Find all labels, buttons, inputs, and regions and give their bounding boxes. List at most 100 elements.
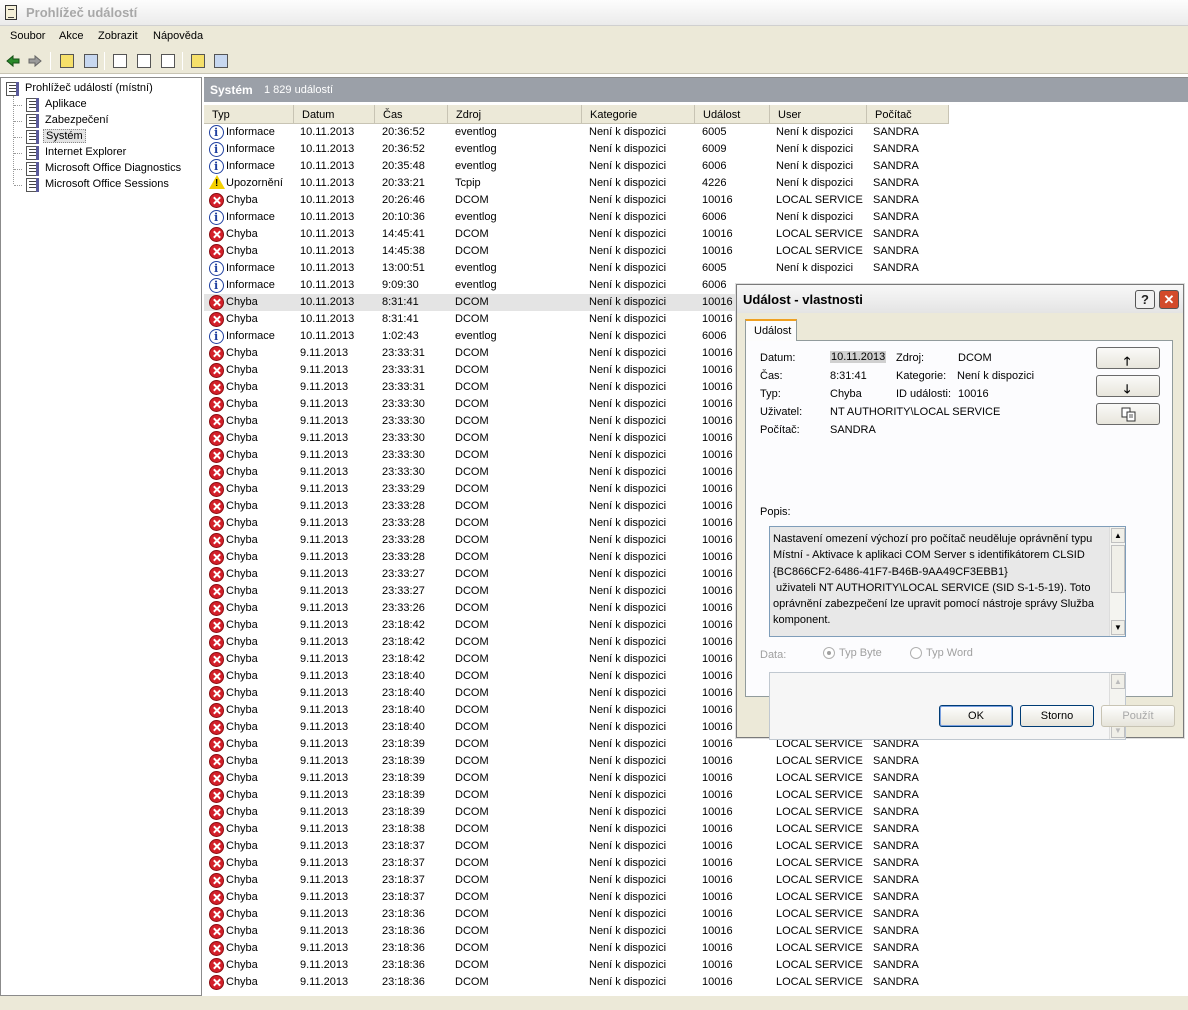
table-row[interactable]: Chyba 9.11.2013 23:18:36 DCOM Není k dispozi…	[204, 906, 949, 923]
scroll-thumb[interactable]	[1111, 545, 1125, 593]
cell-date: 9.11.2013	[300, 942, 349, 954]
scroll-up-icon[interactable]: ▲	[1111, 674, 1125, 689]
value-uzivatel[interactable]: NT AUTHORITY\LOCAL SERVICE	[830, 406, 1000, 418]
menu-zobrazit[interactable]: Zobrazit	[98, 30, 138, 42]
cell-source: eventlog	[455, 211, 497, 223]
menu-akce[interactable]: Akce	[59, 30, 83, 42]
up-folder-icon[interactable]	[58, 52, 76, 70]
cell-type: Chyba	[226, 857, 258, 869]
help-icon[interactable]	[189, 52, 207, 70]
cell-time: 20:10:36	[382, 211, 425, 223]
table-row[interactable]: Informace 10.11.2013 20:36:52 eventlog Není …	[204, 124, 949, 141]
cell-event-id: 6005	[702, 262, 727, 274]
table-row[interactable]: Chyba 9.11.2013 23:18:39 DCOM Není k dispozi…	[204, 787, 949, 804]
table-row[interactable]: Upozornění 10.11.2013 20:33:21 Tcpip Není k …	[204, 175, 949, 192]
table-row[interactable]: Informace 10.11.2013 20:10:36 eventlog Není …	[204, 209, 949, 226]
show-hide-tree-icon[interactable]	[82, 52, 100, 70]
console-icon[interactable]	[212, 52, 230, 70]
radio-typ-byte[interactable]	[823, 647, 835, 659]
table-row[interactable]: Chyba 9.11.2013 23:18:37 DCOM Není k dispozi…	[204, 872, 949, 889]
refresh-icon[interactable]	[135, 52, 153, 70]
description-scrollbar[interactable]: ▲ ▼	[1109, 527, 1125, 636]
cell-computer: SANDRA	[873, 772, 919, 784]
cell-time: 14:45:41	[382, 228, 425, 240]
table-row[interactable]: Chyba 10.11.2013 14:45:41 DCOM Není k dispoz…	[204, 226, 949, 243]
col-udalost[interactable]: Událost	[697, 105, 770, 124]
table-row[interactable]: Chyba 10.11.2013 20:26:46 DCOM Není k dispoz…	[204, 192, 949, 209]
cell-user: LOCAL SERVICE	[776, 194, 863, 206]
tab-udalost[interactable]: Událost	[745, 319, 797, 341]
table-row[interactable]: Chyba 9.11.2013 23:18:37 DCOM Není k dispozi…	[204, 855, 949, 872]
cell-date: 9.11.2013	[300, 874, 349, 886]
scroll-down-icon[interactable]: ▼	[1111, 620, 1125, 635]
cell-type: Chyba	[226, 381, 258, 393]
cell-source: DCOM	[455, 228, 489, 240]
cell-time: 23:33:28	[382, 534, 425, 546]
previous-event-button[interactable]: 🡑	[1096, 347, 1160, 369]
radio-typ-word[interactable]	[910, 647, 922, 659]
value-typ[interactable]: Chyba	[830, 388, 862, 400]
cell-event-id: 10016	[702, 908, 733, 920]
table-row[interactable]: Chyba 9.11.2013 23:18:36 DCOM Není k dispozi…	[204, 957, 949, 974]
table-row[interactable]: Chyba 9.11.2013 23:18:39 DCOM Není k dispozi…	[204, 753, 949, 770]
cell-category: Není k dispozici	[589, 466, 667, 478]
scroll-up-icon[interactable]: ▲	[1111, 528, 1125, 543]
apply-button[interactable]: Použít	[1101, 705, 1175, 727]
table-row[interactable]: Informace 10.11.2013 13:00:51 eventlog Není …	[204, 260, 949, 277]
copy-button[interactable]	[1096, 403, 1160, 425]
table-row[interactable]: Informace 10.11.2013 20:35:48 eventlog Není …	[204, 158, 949, 175]
help-button[interactable]: ?	[1135, 290, 1155, 309]
properties-icon[interactable]	[111, 52, 129, 70]
table-row[interactable]: Chyba 9.11.2013 23:18:37 DCOM Není k dispozi…	[204, 838, 949, 855]
value-cas[interactable]: 8:31:41	[830, 370, 867, 382]
ok-button[interactable]: OK	[939, 705, 1013, 727]
value-zdroj[interactable]: DCOM	[958, 352, 992, 364]
cell-category: Není k dispozici	[589, 942, 667, 954]
value-kategorie[interactable]: Není k dispozici	[957, 370, 1034, 382]
menu-soubor[interactable]: Soubor	[10, 30, 45, 42]
next-event-button[interactable]: 🡓	[1096, 375, 1160, 397]
cell-computer: SANDRA	[873, 228, 919, 240]
col-typ[interactable]: Typ	[206, 105, 294, 124]
value-id[interactable]: 10016	[958, 388, 989, 400]
description-line: uživateli NT AUTHORITY\LOCAL SERVICE (SI…	[773, 581, 1091, 594]
cell-time: 23:18:36	[382, 942, 425, 954]
table-row[interactable]: Chyba 9.11.2013 23:18:36 DCOM Není k dispozi…	[204, 940, 949, 957]
table-row[interactable]: Chyba 9.11.2013 23:18:37 DCOM Není k dispozi…	[204, 889, 949, 906]
cell-event-id: 4226	[702, 177, 727, 189]
error-icon	[209, 941, 224, 956]
cell-user: LOCAL SERVICE	[776, 755, 863, 767]
cell-event-id: 10016	[702, 381, 733, 393]
cell-date: 9.11.2013	[300, 602, 349, 614]
back-icon[interactable]	[4, 52, 22, 70]
cell-time: 23:33:28	[382, 517, 425, 529]
value-datum[interactable]: 10.11.2013	[830, 351, 887, 363]
export-list-icon[interactable]	[159, 52, 177, 70]
col-user[interactable]: User	[772, 105, 867, 124]
col-datum[interactable]: Datum	[296, 105, 375, 124]
cancel-button[interactable]: Storno	[1020, 705, 1094, 727]
description-textbox[interactable]: Nastavení omezení výchozí pro počítač ne…	[769, 526, 1126, 637]
cell-source: DCOM	[455, 823, 489, 835]
cell-time: 23:18:42	[382, 653, 425, 665]
cell-time: 23:18:38	[382, 823, 425, 835]
table-row[interactable]: Chyba 9.11.2013 23:18:38 DCOM Není k dispozi…	[204, 821, 949, 838]
error-icon	[209, 686, 224, 701]
close-button[interactable]: ✕	[1159, 290, 1179, 309]
col-zdroj[interactable]: Zdroj	[450, 105, 582, 124]
error-icon	[209, 703, 224, 718]
value-pocitac[interactable]: SANDRA	[830, 424, 876, 436]
col-kategorie[interactable]: Kategorie	[584, 105, 695, 124]
table-row[interactable]: Chyba 9.11.2013 23:18:36 DCOM Není k dispozi…	[204, 923, 949, 940]
forward-icon[interactable]	[26, 52, 44, 70]
col-pocitac[interactable]: Počítač	[869, 105, 949, 124]
cell-type: Chyba	[226, 670, 258, 682]
cell-category: Není k dispozici	[589, 364, 667, 376]
table-row[interactable]: Informace 10.11.2013 20:36:52 eventlog Není …	[204, 141, 949, 158]
table-row[interactable]: Chyba 10.11.2013 14:45:38 DCOM Není k dispoz…	[204, 243, 949, 260]
col-cas[interactable]: Čas	[377, 105, 448, 124]
table-row[interactable]: Chyba 9.11.2013 23:18:39 DCOM Není k dispozi…	[204, 804, 949, 821]
table-row[interactable]: Chyba 9.11.2013 23:18:39 DCOM Není k dispozi…	[204, 770, 949, 787]
menu-napoveda[interactable]: Nápověda	[153, 30, 203, 42]
table-row[interactable]: Chyba 9.11.2013 23:18:36 DCOM Není k dispozi…	[204, 974, 949, 991]
